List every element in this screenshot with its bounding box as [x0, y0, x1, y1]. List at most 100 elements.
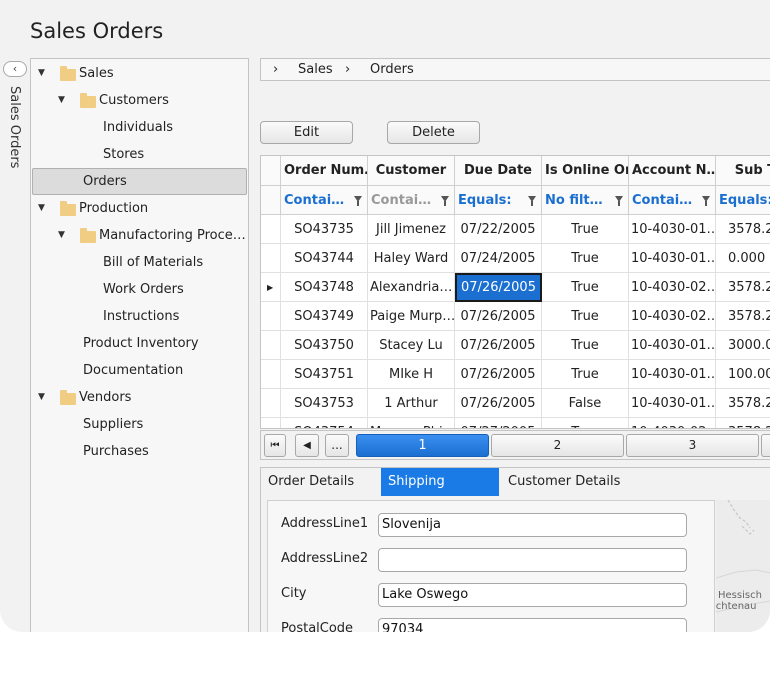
cell-sub-total[interactable]: 0.000: [716, 244, 770, 273]
row-header[interactable]: [261, 389, 281, 418]
cell-sub-total[interactable]: 100.00: [716, 360, 770, 389]
filter-cell-order-number[interactable]: Contai…: [281, 186, 368, 215]
column-header-order-number[interactable]: Order Num…: [281, 156, 368, 186]
tree-item-bill-of-materials[interactable]: Bill of Materials: [32, 249, 247, 276]
edit-button[interactable]: Edit: [260, 121, 353, 144]
expand-arrow-icon[interactable]: ▼: [38, 60, 45, 87]
expand-arrow-icon[interactable]: ▼: [38, 195, 45, 222]
cell-sub-total[interactable]: 3578.27: [716, 418, 770, 428]
breadcrumb-item-sales[interactable]: Sales: [298, 59, 333, 80]
cell-due-date[interactable]: 07/26/2005: [455, 389, 542, 418]
cell-account-number[interactable]: 10-4030-01…: [629, 360, 716, 389]
collapse-pane-button[interactable]: ‹: [3, 61, 27, 77]
cell-customer[interactable]: Alexandria…: [368, 273, 455, 302]
cell-order-number[interactable]: SO43753: [281, 389, 368, 418]
filter-icon[interactable]: [354, 196, 362, 206]
row-header[interactable]: [261, 244, 281, 273]
filter-cell-customer[interactable]: Contai…: [368, 186, 455, 215]
address-line-2-field[interactable]: [378, 548, 687, 572]
city-field[interactable]: Lake Oswego: [378, 583, 687, 607]
expand-arrow-icon[interactable]: ▼: [38, 384, 45, 411]
tree-item-work-orders[interactable]: Work Orders: [32, 276, 247, 303]
tree-item-instructions[interactable]: Instructions: [32, 303, 247, 330]
cell-account-number[interactable]: 10-4030-01…: [629, 331, 716, 360]
cell-order-number[interactable]: SO43750: [281, 331, 368, 360]
column-header-account-number[interactable]: Account N…: [629, 156, 716, 186]
cell-account-number[interactable]: 10-4030-02…: [629, 273, 716, 302]
cell-account-number[interactable]: 10-4030-02…: [629, 418, 716, 428]
cell-due-date[interactable]: 07/26/2005: [455, 360, 542, 389]
cell-customer[interactable]: Haley Ward: [368, 244, 455, 273]
cell-customer[interactable]: Paige Murp…: [368, 302, 455, 331]
address-line-1-field[interactable]: Slovenija: [378, 513, 687, 537]
expand-arrow-icon[interactable]: ▼: [58, 87, 65, 114]
tree-item-customers[interactable]: ▼ Customers: [32, 87, 247, 114]
cell-is-online[interactable]: True: [542, 215, 629, 244]
cell-due-date[interactable]: 07/22/2005: [455, 215, 542, 244]
cell-account-number[interactable]: 10-4030-02…: [629, 302, 716, 331]
cell-due-date[interactable]: 07/26/2005: [455, 302, 542, 331]
cell-order-number[interactable]: SO43754: [281, 418, 368, 428]
tree-item-manufactoring-process[interactable]: ▼ Manufactoring Proce…: [32, 222, 247, 249]
breadcrumb-item-orders[interactable]: Orders: [370, 59, 414, 80]
previous-page-button[interactable]: ◀: [295, 434, 319, 457]
cell-due-date[interactable]: 07/26/2005: [455, 331, 542, 360]
map-view[interactable]: Hessisch ichtenau: [716, 500, 770, 632]
expand-arrow-icon[interactable]: ▼: [58, 222, 65, 249]
cell-sub-total[interactable]: 3578.27: [716, 215, 770, 244]
tree-item-stores[interactable]: Stores: [32, 141, 247, 168]
column-header-customer[interactable]: Customer: [368, 156, 455, 186]
cell-order-number[interactable]: SO43735: [281, 215, 368, 244]
column-header-is-online[interactable]: Is Online Or…: [542, 156, 629, 186]
filter-cell-sub-total[interactable]: Equals:: [716, 186, 770, 215]
filter-cell-due-date[interactable]: Equals:: [455, 186, 542, 215]
first-page-button[interactable]: ⏮: [264, 434, 286, 457]
row-header[interactable]: [261, 331, 281, 360]
column-header-sub-total[interactable]: Sub To: [716, 156, 770, 186]
filter-cell-is-online[interactable]: No filt…: [542, 186, 629, 215]
tab-order-details[interactable]: Order Details: [261, 468, 361, 496]
tree-item-sales[interactable]: ▼ Sales: [32, 60, 247, 87]
cell-due-date[interactable]: 07/26/2005: [455, 273, 542, 302]
page-button-next[interactable]: [761, 434, 770, 457]
cell-sub-total[interactable]: 3000.00: [716, 331, 770, 360]
cell-customer[interactable]: Jill Jimenez: [368, 215, 455, 244]
cell-is-online[interactable]: True: [542, 273, 629, 302]
tree-item-suppliers[interactable]: Suppliers: [32, 411, 247, 438]
more-pages-button[interactable]: ...: [325, 434, 349, 457]
cell-due-date[interactable]: 07/24/2005: [455, 244, 542, 273]
tree-item-product-inventory[interactable]: Product Inventory: [32, 330, 247, 357]
row-header[interactable]: [261, 302, 281, 331]
tree-item-individuals[interactable]: Individuals: [32, 114, 247, 141]
tree-item-documentation[interactable]: Documentation: [32, 357, 247, 384]
cell-is-online[interactable]: True: [542, 244, 629, 273]
cell-sub-total[interactable]: 3578.27: [716, 302, 770, 331]
cell-is-online[interactable]: True: [542, 418, 629, 428]
row-header[interactable]: ▶: [261, 273, 281, 302]
tab-customer-details[interactable]: Customer Details: [501, 468, 627, 496]
filter-icon[interactable]: [441, 196, 449, 206]
row-header[interactable]: [261, 360, 281, 389]
cell-sub-total[interactable]: 3578.27: [716, 273, 770, 302]
page-button-3[interactable]: 3: [626, 434, 759, 457]
tab-shipping-details[interactable]: Shipping Details: [381, 468, 499, 517]
page-button-1[interactable]: 1: [356, 434, 489, 457]
cell-order-number[interactable]: SO43744: [281, 244, 368, 273]
postal-code-field[interactable]: 97034: [378, 618, 687, 632]
filter-icon[interactable]: [528, 196, 536, 206]
cell-customer[interactable]: Morgan Phi…: [368, 418, 455, 428]
page-button-2[interactable]: 2: [491, 434, 624, 457]
delete-button[interactable]: Delete: [387, 121, 480, 144]
cell-sub-total[interactable]: 3578.27: [716, 389, 770, 418]
filter-cell-account-number[interactable]: Contai…: [629, 186, 716, 215]
cell-account-number[interactable]: 10-4030-01…: [629, 389, 716, 418]
cell-customer[interactable]: Stacey Lu: [368, 331, 455, 360]
tree-item-purchases[interactable]: Purchases: [32, 438, 247, 465]
cell-customer[interactable]: 1 Arthur: [368, 389, 455, 418]
cell-is-online[interactable]: True: [542, 360, 629, 389]
cell-customer[interactable]: MIke H: [368, 360, 455, 389]
cell-is-online[interactable]: True: [542, 302, 629, 331]
cell-order-number[interactable]: SO43749: [281, 302, 368, 331]
row-header[interactable]: [261, 215, 281, 244]
row-header[interactable]: [261, 418, 281, 428]
